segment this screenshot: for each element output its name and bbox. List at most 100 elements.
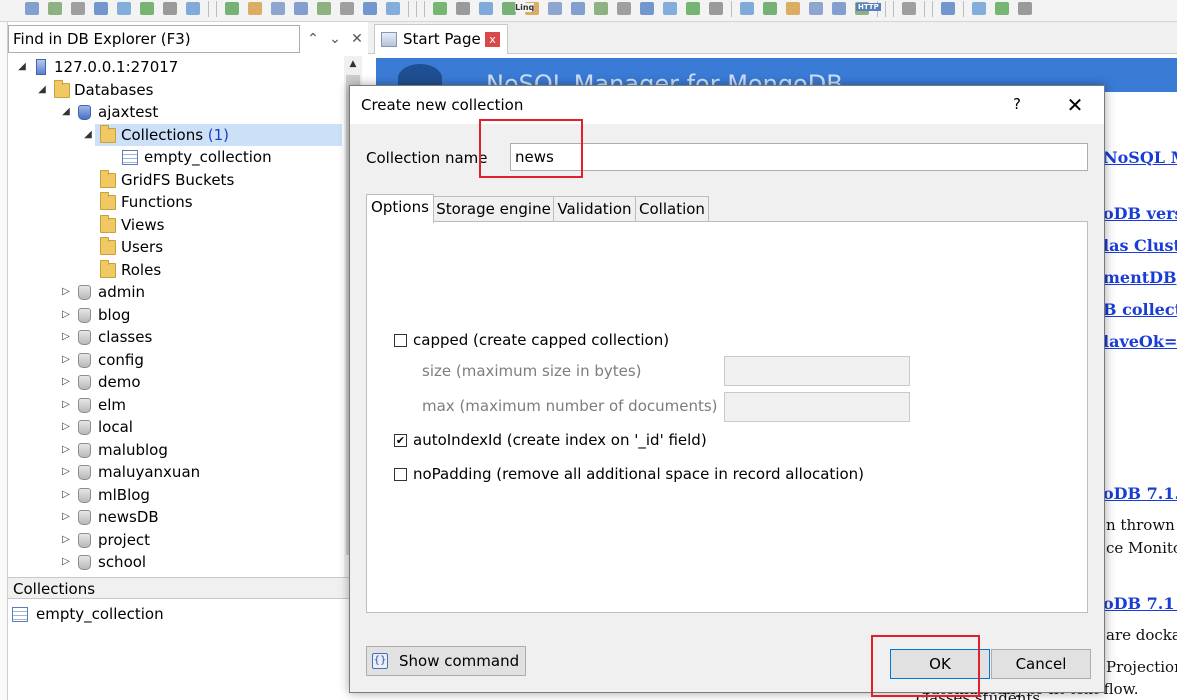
toolbar-new-database-icon[interactable] xyxy=(291,0,311,17)
toolbar-copy-icon[interactable] xyxy=(68,0,88,17)
expanded-arrow-icon[interactable]: ◢ xyxy=(82,124,94,146)
start-page-link[interactable]: mentDB xyxy=(1103,268,1177,287)
dialog-close-button[interactable]: ✕ xyxy=(1060,92,1090,118)
tree-item-gridfs-buckets[interactable]: GridFS Buckets xyxy=(8,169,342,191)
tree-item-collections[interactable]: ◢ Collections (1) xyxy=(84,124,342,146)
start-page-link[interactable]: laveOk= xyxy=(1103,332,1177,351)
size-input[interactable] xyxy=(724,356,910,386)
collapsed-arrow-icon[interactable]: ▷ xyxy=(60,304,72,326)
toolbar-linq-icon[interactable] xyxy=(222,0,242,17)
tab-close-icon[interactable]: x xyxy=(485,32,500,47)
collapsed-arrow-icon[interactable]: ▷ xyxy=(60,551,72,573)
toolbar-chart-icon[interactable] xyxy=(245,0,265,17)
start-page-link[interactable]: oDB vers xyxy=(1103,204,1177,223)
collapsed-arrow-icon[interactable]: ▷ xyxy=(60,461,72,483)
tree-item-roles[interactable]: Roles xyxy=(8,259,342,281)
toolbar-refresh-icon[interactable] xyxy=(660,0,680,17)
cancel-button[interactable]: Cancel xyxy=(991,649,1091,679)
toolbar-export-icon[interactable] xyxy=(160,0,180,17)
toolbar-settings-icon[interactable] xyxy=(683,0,703,17)
toolbar-paste-icon[interactable] xyxy=(360,0,380,17)
collapsed-arrow-icon[interactable]: ▷ xyxy=(60,484,72,506)
collapsed-arrow-icon[interactable]: ▷ xyxy=(60,371,72,393)
tree-item-demo[interactable]: ▷ demo xyxy=(8,371,342,393)
tree-item-local[interactable]: ▷ local xyxy=(8,416,342,438)
start-page-link[interactable]: las Clust xyxy=(1103,236,1177,255)
toolbar-help-icon[interactable] xyxy=(545,0,565,17)
toolbar-refresh-icon[interactable] xyxy=(114,0,134,17)
collapsed-arrow-icon[interactable]: ▷ xyxy=(60,439,72,461)
collection-list-item[interactable]: empty_collection xyxy=(8,603,368,625)
autoindexid-checkbox[interactable]: ✔ xyxy=(394,434,407,447)
tree-item-127-0-0-1-27017[interactable]: ◢ 127.0.0.1:27017 xyxy=(8,56,342,78)
tree-item-users[interactable]: Users xyxy=(8,236,342,258)
tree-item-functions[interactable]: Functions xyxy=(8,191,342,213)
find-close-button[interactable]: ✕ xyxy=(346,25,368,53)
toolbar-import-icon[interactable] xyxy=(183,0,203,17)
toolbar-export-icon[interactable] xyxy=(453,0,473,17)
max-input[interactable] xyxy=(724,392,910,422)
show-command-button[interactable]: {} Show command xyxy=(366,646,526,676)
capped-checkbox[interactable] xyxy=(394,334,407,347)
collapsed-arrow-icon[interactable]: ▷ xyxy=(60,506,72,528)
tree-item-school[interactable]: ▷ school xyxy=(8,551,342,573)
linq-icon[interactable]: Linq xyxy=(515,3,535,12)
toolbar-help-icon[interactable] xyxy=(268,0,288,17)
collapsed-arrow-icon[interactable]: ▷ xyxy=(60,394,72,416)
collection-name-input[interactable] xyxy=(510,143,1088,171)
tree-item-classes[interactable]: ▷ classes xyxy=(8,326,342,348)
start-page-link[interactable]: oDB 7.1.1 xyxy=(1103,484,1177,503)
start-page-link[interactable]: oDB 7.1 r xyxy=(1103,594,1177,613)
tree-item-newsdb[interactable]: ▷ newsDB xyxy=(8,506,342,528)
toolbar-chart-icon[interactable] xyxy=(783,0,803,17)
collapsed-arrow-icon[interactable]: ▷ xyxy=(60,529,72,551)
tree-item-admin[interactable]: ▷ admin xyxy=(8,281,342,303)
collapsed-arrow-icon[interactable]: ▷ xyxy=(60,349,72,371)
tree-item-ajaxtest[interactable]: ◢ ajaxtest xyxy=(8,101,342,123)
tree-item-blog[interactable]: ▷ blog xyxy=(8,304,342,326)
toolbar-refresh-icon[interactable] xyxy=(383,0,403,17)
expanded-arrow-icon[interactable]: ◢ xyxy=(16,56,28,78)
toolbar-new-database-icon[interactable] xyxy=(829,0,849,17)
http-icon[interactable]: HTTP xyxy=(856,3,881,11)
expanded-arrow-icon[interactable]: ◢ xyxy=(36,79,48,101)
expanded-arrow-icon[interactable]: ◢ xyxy=(60,101,72,123)
tree-item-maluyanxuan[interactable]: ▷ maluyanxuan xyxy=(8,461,342,483)
find-next-button[interactable]: ⌄ xyxy=(324,25,346,53)
toolbar-import-icon[interactable] xyxy=(737,0,757,17)
scroll-up-icon[interactable]: ▲ xyxy=(344,56,362,73)
toolbar-paste-icon[interactable] xyxy=(91,0,111,17)
toolbar-new-collection-icon[interactable] xyxy=(314,0,334,17)
toolbar-export-icon[interactable] xyxy=(1015,0,1035,17)
toolbar-new-database-icon[interactable] xyxy=(22,0,42,17)
toolbar-copy-icon[interactable] xyxy=(614,0,634,17)
toolbar-new-collection-icon[interactable] xyxy=(45,0,65,17)
tree-item-malublog[interactable]: ▷ malublog xyxy=(8,439,342,461)
toolbar-paste-icon[interactable] xyxy=(938,0,958,17)
start-page-link[interactable]: B collectio xyxy=(1103,300,1177,319)
toolbar-help-icon[interactable] xyxy=(806,0,826,17)
collapsed-arrow-icon[interactable]: ▷ xyxy=(60,326,72,348)
collapsed-arrow-icon[interactable]: ▷ xyxy=(60,281,72,303)
toolbar-copy-icon[interactable] xyxy=(337,0,357,17)
start-page-link[interactable]: NoSQL M xyxy=(1103,148,1177,167)
nopadding-checkbox[interactable] xyxy=(394,468,407,481)
tree-item-mlblog[interactable]: ▷ mlBlog xyxy=(8,484,342,506)
find-previous-button[interactable]: ⌃ xyxy=(302,25,324,53)
tree-item-config[interactable]: ▷ config xyxy=(8,349,342,371)
toolbar-settings-icon[interactable] xyxy=(137,0,157,17)
tree-item-empty-collection[interactable]: empty_collection xyxy=(8,146,342,168)
toolbar-refresh-icon[interactable] xyxy=(969,0,989,17)
toolbar-export-icon[interactable] xyxy=(706,0,726,17)
find-in-explorer-input[interactable] xyxy=(8,25,300,53)
help-button[interactable]: ? xyxy=(1006,92,1028,116)
toolbar-import-icon[interactable] xyxy=(476,0,496,17)
tab-storage-engine[interactable]: Storage engine xyxy=(433,196,554,222)
toolbar-settings-icon[interactable] xyxy=(992,0,1012,17)
tab-collation[interactable]: Collation xyxy=(635,196,709,222)
tree-item-databases[interactable]: ◢ Databases xyxy=(8,79,342,101)
toolbar-paste-icon[interactable] xyxy=(637,0,657,17)
tree-item-project[interactable]: ▷ project xyxy=(8,529,342,551)
tree-item-elm[interactable]: ▷ elm xyxy=(8,394,342,416)
collapsed-arrow-icon[interactable]: ▷ xyxy=(60,416,72,438)
